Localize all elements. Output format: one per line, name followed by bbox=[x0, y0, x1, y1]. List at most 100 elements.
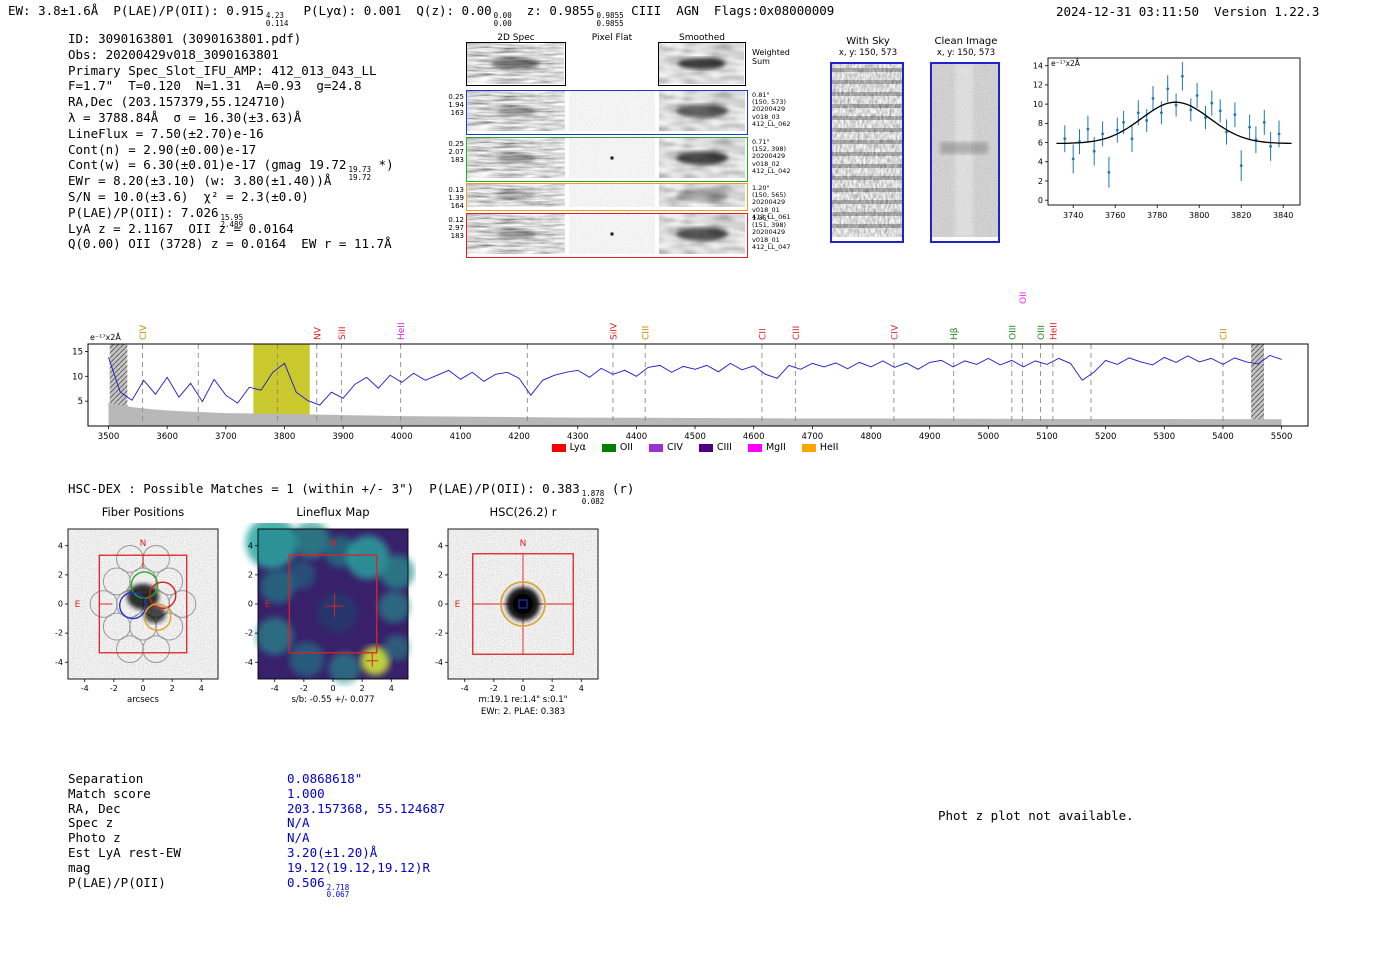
svg-text:4: 4 bbox=[58, 541, 63, 550]
svg-text:-4: -4 bbox=[245, 658, 253, 667]
spec2d-image-cell bbox=[569, 91, 655, 131]
svg-text:3800: 3800 bbox=[274, 432, 296, 440]
svg-text:4000: 4000 bbox=[391, 432, 413, 440]
svg-text:4: 4 bbox=[248, 541, 253, 550]
svg-text:4: 4 bbox=[1038, 158, 1043, 167]
svg-text:0: 0 bbox=[1038, 196, 1043, 205]
match-row-value: 1.000 bbox=[287, 785, 325, 801]
svg-text:3780: 3780 bbox=[1147, 211, 1167, 220]
sup-sub-fraction: 0.00 0.00 bbox=[493, 11, 512, 28]
svg-text:2: 2 bbox=[58, 570, 63, 579]
elixer-report-page: EW: 3.8±1.6Å P(LAE)/P(OII): 0.915 4.23 0.1… bbox=[0, 0, 1400, 953]
svg-text:-2: -2 bbox=[300, 684, 308, 693]
fiber-positions-cutout: Fiber Positions arcsecs N E -4 -4 -2 -2 0 0 2 2 4 4 bbox=[40, 505, 226, 725]
svg-text:-4: -4 bbox=[271, 684, 279, 693]
match-row-value: 0.0868618" bbox=[287, 771, 363, 786]
emission-line-label: CIII bbox=[642, 326, 652, 340]
legend-swatch bbox=[747, 443, 762, 452]
spectrum-units-annotation: e⁻¹⁷x2Å bbox=[90, 331, 121, 342]
svg-text:3800: 3800 bbox=[1189, 211, 1209, 220]
svg-text:4800: 4800 bbox=[860, 432, 882, 440]
spec2d-row-left-labels: 0.25 2.07 183 bbox=[448, 140, 464, 164]
spec2d-image-cell bbox=[569, 138, 655, 178]
cutout-image-svg: N E -4 -4 -2 -2 0 0 2 2 4 4 bbox=[245, 523, 415, 693]
compass-north-label: N bbox=[140, 539, 147, 549]
info-line: Q(0.00) OII (3728) z = 0.0164 EW r = 11.… bbox=[68, 236, 392, 252]
info-line: Primary Spec_Slot_IFU_AMP: 412_013_043_L… bbox=[68, 62, 377, 78]
spec2d-row-annotation: 0.71" (152, 398) 20200429 v018_02 412_LL_042 bbox=[752, 138, 791, 175]
line-fit-svg: 0 2 4 6 8 10 12 14 3740 3760 3780 3800 3820 3840 e⁻¹⁷x… bbox=[1033, 57, 1301, 220]
timestamp-version: 2024-12-31 03:11:50 Version 1.22.3 bbox=[1056, 4, 1320, 19]
spec2d-image-cell bbox=[467, 214, 565, 254]
zoom-units-annotation: e⁻¹⁷x2Å bbox=[1051, 59, 1081, 68]
match-table-row: mag 19.12(19.12,19.12)R bbox=[68, 859, 445, 876]
spec2d-weighted-cell bbox=[658, 42, 746, 86]
emission-line-label: OIII bbox=[1008, 325, 1018, 340]
info-line: RA,Dec (203.157379,55.124710) bbox=[68, 94, 287, 110]
svg-text:2: 2 bbox=[550, 684, 555, 693]
svg-text:5000: 5000 bbox=[978, 432, 1000, 440]
spec2d-row-left-labels: 0.25 1.94 163 bbox=[448, 93, 464, 117]
cutout-xlabel: s/b: -0.55 +/- 0.077 bbox=[291, 695, 375, 705]
emission-line-label: CIII bbox=[792, 326, 802, 340]
info-line: LineFlux = 7.50(±2.70)e-16 bbox=[68, 125, 264, 141]
weighted-sum-label: Weighted Sum bbox=[752, 48, 790, 66]
svg-text:0: 0 bbox=[330, 684, 335, 693]
svg-text:-2: -2 bbox=[245, 629, 253, 638]
svg-text:4300: 4300 bbox=[567, 432, 589, 440]
svg-text:0: 0 bbox=[248, 600, 253, 609]
svg-text:3820: 3820 bbox=[1231, 211, 1251, 220]
svg-text:3760: 3760 bbox=[1105, 211, 1125, 220]
spec2d-row bbox=[466, 90, 748, 135]
summary-header: EW: 3.8±1.6Å P(LAE)/P(OII): 0.915 4.23 0.1… bbox=[8, 3, 835, 28]
info-line: λ = 3788.84Å σ = 16.30(±3.63)Å bbox=[68, 109, 302, 125]
svg-text:5500: 5500 bbox=[1271, 432, 1293, 440]
spec2d-image-cell bbox=[659, 214, 745, 254]
match-table-row: Separation 0.0868618" bbox=[68, 771, 445, 787]
match-row-label: mag bbox=[68, 859, 91, 875]
svg-text:3840: 3840 bbox=[1273, 211, 1293, 220]
svg-text:2: 2 bbox=[360, 684, 365, 693]
spec2d-panel: 2D Spec Pixel Flat Smoothed Weighted Sum 0.25… bbox=[440, 33, 800, 265]
info-line: LyA z = 2.1167 OII z = 0.0164 bbox=[68, 220, 294, 236]
info-line: P(LAE)/P(OII): 7.026 15.95 2.489 bbox=[68, 204, 244, 230]
svg-text:0: 0 bbox=[58, 600, 63, 609]
spec2d-row-left-labels: 0.12 2.97 183 bbox=[448, 216, 464, 240]
svg-text:5: 5 bbox=[78, 397, 83, 407]
svg-text:5200: 5200 bbox=[1095, 432, 1117, 440]
svg-text:-2: -2 bbox=[55, 629, 63, 638]
compass-east-label: E bbox=[455, 600, 461, 610]
cutout-image-svg: N E -4 -4 -2 -2 0 0 2 2 4 4 bbox=[435, 528, 599, 693]
full-spectrum-svg: 5 10 15 3500 3600 3700 3800 3900 4000 4100 4200 430… bbox=[72, 292, 1309, 442]
spec2d-row bbox=[466, 213, 748, 258]
emission-line-label: OIII bbox=[1037, 325, 1047, 340]
lineflux-map-cutout: Lineflux Map s/b: -0.55 +/- 0.077 N E -4 -4… bbox=[230, 505, 416, 725]
svg-text:4: 4 bbox=[579, 684, 584, 693]
svg-text:-4: -4 bbox=[435, 658, 443, 667]
svg-text:0: 0 bbox=[438, 600, 443, 609]
sup-sub-fraction: 0.9855 0.9855 bbox=[596, 11, 624, 28]
spec2d-image-cell bbox=[467, 184, 565, 207]
svg-text:-4: -4 bbox=[55, 658, 63, 667]
compass-north-label: N bbox=[520, 539, 527, 549]
emission-line-label: CIV bbox=[890, 324, 900, 340]
spec2d-image-cell bbox=[467, 43, 564, 84]
spec2d-row bbox=[466, 183, 748, 211]
svg-text:0: 0 bbox=[520, 684, 525, 693]
spec2d-row-annotation: 0.81" (150, 573) 20200429 v018_03 412_LL_062 bbox=[752, 91, 791, 128]
svg-text:4: 4 bbox=[438, 541, 443, 550]
svg-text:4100: 4100 bbox=[450, 432, 472, 440]
svg-text:4500: 4500 bbox=[684, 432, 706, 440]
svg-text:-2: -2 bbox=[110, 684, 118, 693]
spec2d-image-cell bbox=[569, 184, 655, 207]
svg-text:-2: -2 bbox=[435, 629, 443, 638]
sup-sub-fraction: 2.718 0.067 bbox=[326, 882, 350, 900]
with-sky-noise-image bbox=[832, 64, 902, 237]
svg-text:5100: 5100 bbox=[1036, 432, 1058, 440]
info-line: Cont(n) = 2.90(±0.00)e-17 bbox=[68, 141, 257, 157]
sup-sub-fraction: 4.23 0.114 bbox=[265, 11, 289, 28]
match-row-label: Match score bbox=[68, 785, 151, 801]
legend-swatch bbox=[648, 443, 663, 452]
clean-image-title: Clean Image bbox=[934, 36, 998, 47]
spec2d-row bbox=[466, 137, 748, 182]
